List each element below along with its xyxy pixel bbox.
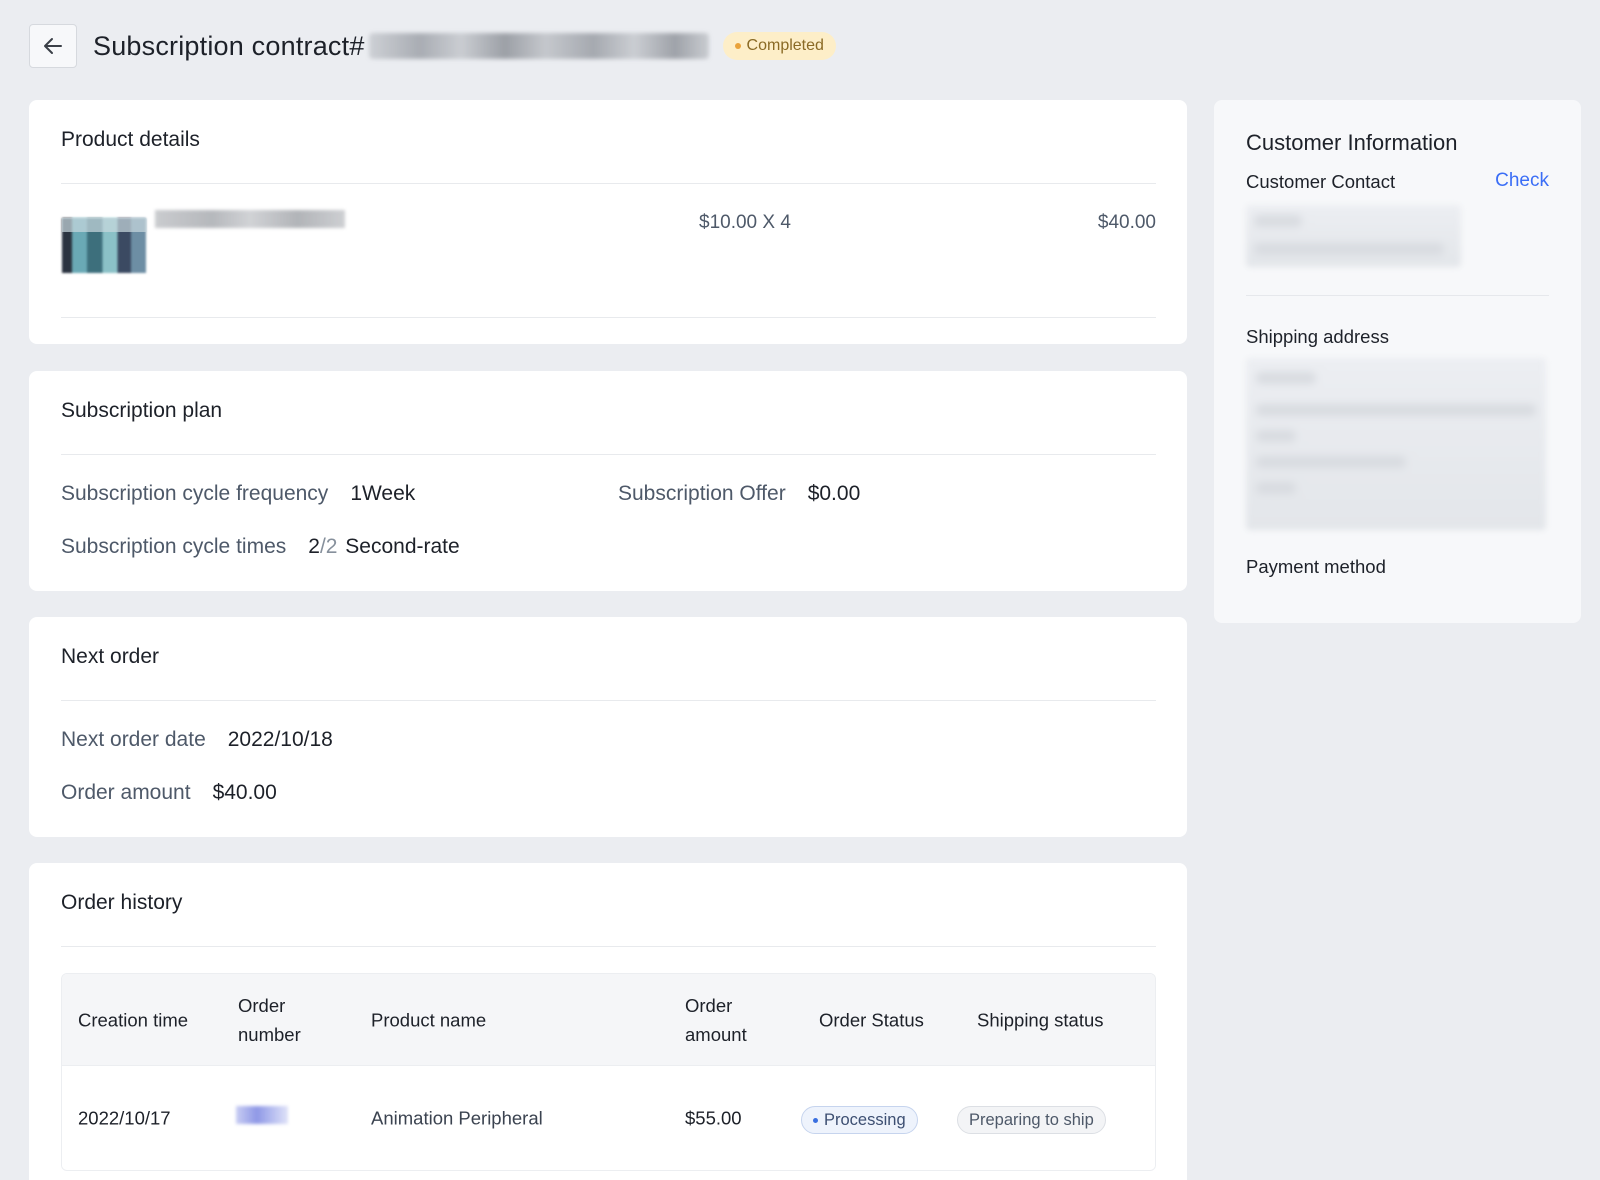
- next-order-date-label: Next order date: [61, 728, 206, 751]
- shipping-status-label: Preparing to ship: [969, 1110, 1094, 1129]
- order-amount-label: Order amount: [61, 781, 191, 804]
- redacted-line: [1256, 482, 1296, 494]
- product-details-card: Product details $10.00 X 4 $40.00: [29, 100, 1187, 344]
- product-thumbnail-overlay: [62, 218, 146, 232]
- divider: [61, 317, 1156, 318]
- product-details-title: Product details: [61, 128, 200, 151]
- subscription-offer-row: Subscription Offer $0.00: [618, 482, 860, 506]
- redacted-line: [1256, 372, 1316, 384]
- order-amount-value: $40.00: [212, 781, 277, 804]
- arrow-left-icon: [44, 38, 62, 54]
- order-amount-row: Order amount $40.00: [61, 781, 277, 805]
- customer-contact-label: Customer Contact: [1246, 171, 1396, 192]
- divider: [61, 454, 1156, 455]
- shipping-status-badge: Preparing to ship: [957, 1106, 1106, 1134]
- cell-order-number-redacted[interactable]: [236, 1106, 288, 1124]
- col-product-name: Product name: [371, 1009, 487, 1030]
- contract-id-redacted: [368, 33, 709, 59]
- divider: [61, 946, 1156, 947]
- subscription-plan-title: Subscription plan: [61, 399, 223, 422]
- status-dot-icon: [813, 1117, 818, 1123]
- subscription-plan-card: Subscription plan Subscription cycle fre…: [29, 371, 1187, 591]
- customer-information-title: Customer Information: [1246, 130, 1458, 155]
- subscription-offer-label: Subscription Offer: [618, 482, 786, 505]
- table-row[interactable]: 2022/10/17 Animation Peripheral $55.00 P…: [62, 1066, 1155, 1170]
- next-order-date-value: 2022/10/18: [227, 728, 333, 751]
- col-order-amount: Order amount: [685, 991, 747, 1049]
- order-status-label: Processing: [824, 1110, 906, 1129]
- col-creation-time: Creation time: [78, 1009, 189, 1030]
- page-header: Subscription contract# Completed: [29, 23, 836, 69]
- back-button[interactable]: [29, 24, 77, 68]
- divider: [61, 700, 1156, 701]
- subscription-offer-value: $0.00: [807, 482, 861, 505]
- col-order-number: Order number: [238, 991, 301, 1049]
- cell-product-name: Animation Peripheral: [371, 1107, 543, 1129]
- order-history-table: Creation time Order number Product name …: [61, 973, 1156, 1171]
- col-order-number-line1: Order: [238, 994, 286, 1016]
- customer-information-card: Customer Information Customer Contact Ch…: [1214, 100, 1581, 623]
- cycle-frequency-row: Subscription cycle frequency 1Week: [61, 482, 415, 506]
- cycle-times-total: /2: [319, 535, 338, 558]
- col-shipping-status: Shipping status: [977, 1009, 1104, 1030]
- status-badge: Completed: [722, 32, 836, 60]
- cell-order-amount: $55.00: [685, 1107, 742, 1129]
- status-dot-icon: [734, 43, 741, 49]
- col-order-amount-line1: Order: [685, 994, 733, 1016]
- redacted-line: [1256, 404, 1536, 416]
- order-history-card: Order history Creation time Order number…: [29, 863, 1187, 1180]
- col-order-number-line2: number: [238, 1023, 301, 1045]
- cell-creation-time: 2022/10/17: [78, 1107, 171, 1129]
- cycle-frequency-value: 1Week: [350, 482, 416, 505]
- status-badge-label: Completed: [746, 37, 824, 54]
- product-name-redacted: [155, 210, 345, 228]
- page-title: Subscription contract#: [93, 30, 365, 61]
- divider: [1246, 295, 1549, 296]
- cycle-frequency-label: Subscription cycle frequency: [61, 482, 329, 505]
- shipping-address-redacted: [1246, 358, 1546, 530]
- table-header: Creation time Order number Product name …: [62, 974, 1155, 1066]
- order-history-title: Order history: [61, 891, 183, 914]
- product-unit-price-qty: $10.00 X 4: [699, 212, 791, 233]
- product-line-total: $40.00: [1097, 212, 1156, 233]
- next-order-date-row: Next order date 2022/10/18: [61, 728, 333, 752]
- cycle-times-unit: Second-rate: [345, 535, 460, 558]
- order-status-badge: Processing: [801, 1106, 918, 1134]
- cycle-times-current: 2: [308, 535, 320, 558]
- cycle-times-label: Subscription cycle times: [61, 535, 287, 558]
- col-order-amount-line2: amount: [685, 1023, 747, 1045]
- redacted-line: [1254, 215, 1302, 227]
- redacted-line: [1254, 243, 1444, 255]
- divider: [61, 183, 1156, 184]
- next-order-card: Next order Next order date 2022/10/18 Ord…: [29, 617, 1187, 837]
- check-contact-link[interactable]: Check: [1495, 170, 1549, 192]
- shipping-address-label: Shipping address: [1246, 326, 1389, 347]
- col-order-status: Order Status: [819, 1009, 924, 1030]
- payment-method-label: Payment method: [1246, 556, 1386, 577]
- redacted-line: [1256, 430, 1296, 442]
- cycle-times-row: Subscription cycle times 2/2 Second-rate: [61, 535, 460, 559]
- next-order-title: Next order: [61, 645, 160, 668]
- redacted-line: [1256, 456, 1406, 468]
- customer-contact-redacted: [1246, 205, 1461, 267]
